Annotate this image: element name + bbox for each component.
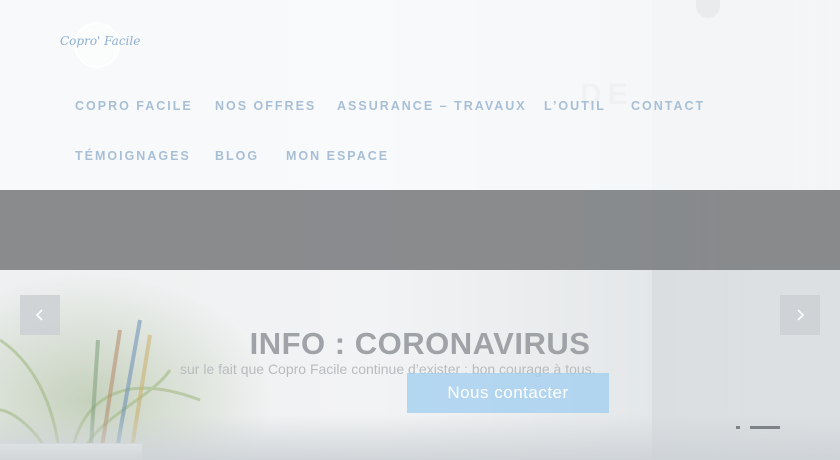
slider-dot-1[interactable] (736, 426, 740, 429)
nav-item-temoignages[interactable]: TÉMOIGNAGES (75, 149, 191, 163)
site-header: Copro' Facile COPRO FACILE NOS OFFRES AS… (0, 0, 840, 190)
nav-item-l-outil[interactable]: L’OUTIL (544, 99, 606, 113)
nav-item-nos-offres[interactable]: NOS OFFRES (215, 99, 316, 113)
contact-button[interactable]: Nous contacter (407, 373, 609, 413)
nav-item-mon-espace[interactable]: MON ESPACE (286, 149, 389, 163)
slider-dot-active[interactable] (750, 426, 780, 429)
page-banner-band (0, 190, 840, 270)
nav-item-assurance-travaux[interactable]: ASSURANCE – TRAVAUX (337, 99, 527, 113)
main-navigation: COPRO FACILE NOS OFFRES ASSURANCE – TRAV… (0, 0, 840, 190)
slide-title: INFO : CORONAVIRUS (249, 326, 591, 361)
background-desk (0, 414, 840, 460)
nav-item-contact[interactable]: CONTACT (631, 99, 705, 113)
chevron-left-icon (35, 309, 43, 321)
chevron-right-icon (797, 309, 805, 321)
nav-item-blog[interactable]: BLOG (215, 149, 259, 163)
nav-item-copro-facile[interactable]: COPRO FACILE (75, 99, 193, 113)
